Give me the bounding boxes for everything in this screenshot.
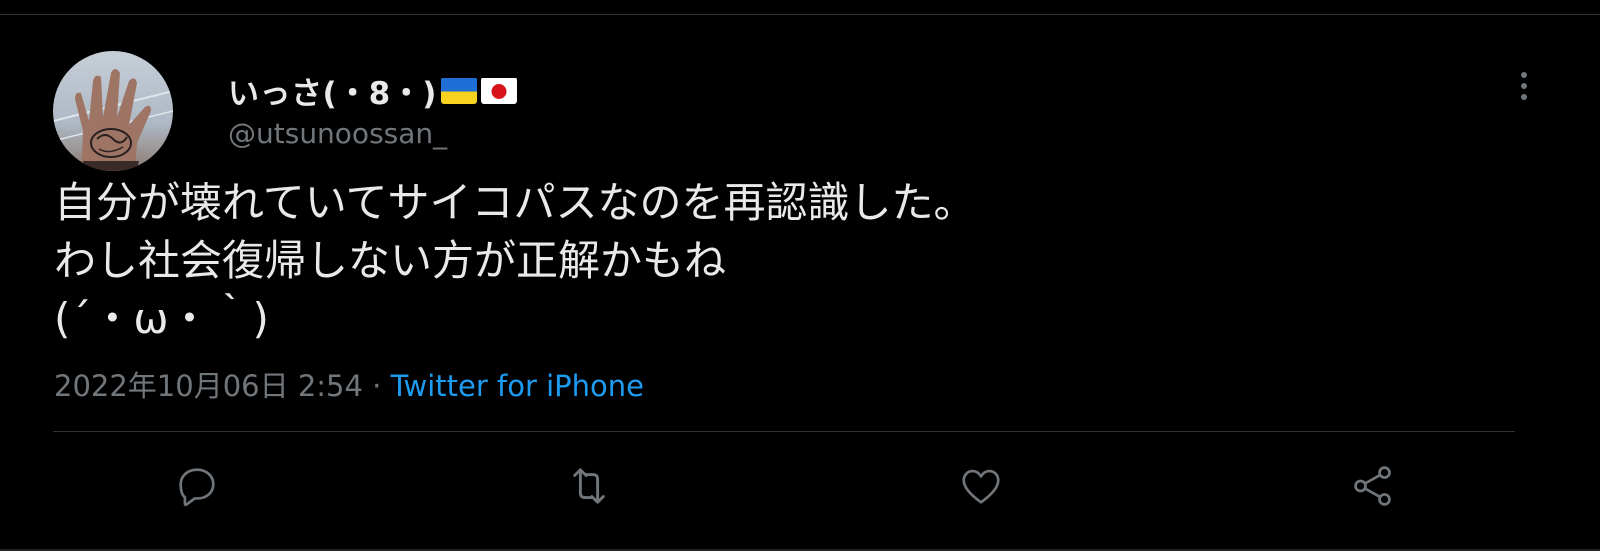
tweet-text-line: 自分が壊れていてサイコパスなのを再認識した。	[54, 178, 976, 227]
retweet-icon	[573, 468, 605, 504]
avatar[interactable]	[53, 51, 173, 171]
user-handle[interactable]: @utsunoossan_	[228, 117, 447, 150]
meta-separator: ·	[362, 369, 391, 403]
tweet-text-line: わし社会復帰しない方が正解かもね	[54, 236, 727, 285]
japan-flag-icon	[480, 77, 517, 104]
display-name-text: いっさ(・8・)	[228, 75, 437, 112]
tweet-metadata: 2022年10月06日 2:54 · Twitter for iPhone	[54, 367, 644, 405]
tweet-text: 自分が壊れていてサイコパスなのを再認識した。 わし社会復帰しない方が正解かもね …	[54, 174, 1514, 348]
more-dot	[1521, 83, 1527, 89]
reply-button[interactable]	[173, 462, 221, 510]
retweet-button[interactable]	[565, 462, 613, 510]
display-name[interactable]: いっさ(・8・)	[228, 68, 517, 112]
like-button[interactable]	[957, 462, 1005, 510]
share-icon	[1354, 466, 1391, 506]
more-dot	[1521, 72, 1527, 78]
reply-icon	[179, 468, 215, 507]
more-options-icon[interactable]	[1508, 68, 1540, 104]
share-button[interactable]	[1349, 462, 1397, 510]
source-link[interactable]: Twitter for iPhone	[391, 369, 644, 403]
heart-icon	[962, 469, 1000, 504]
tweet: いっさ(・8・) @utsunoossan_ 自分が壊れていてサイコパスなのを再…	[0, 0, 1600, 551]
more-dot	[1521, 94, 1527, 100]
action-divider	[53, 431, 1515, 432]
tweet-text-line: (´・ω・｀)	[54, 294, 269, 343]
avatar-image	[53, 51, 173, 171]
ukraine-flag-icon	[440, 77, 477, 104]
timestamp[interactable]: 2022年10月06日 2:54	[54, 369, 363, 403]
